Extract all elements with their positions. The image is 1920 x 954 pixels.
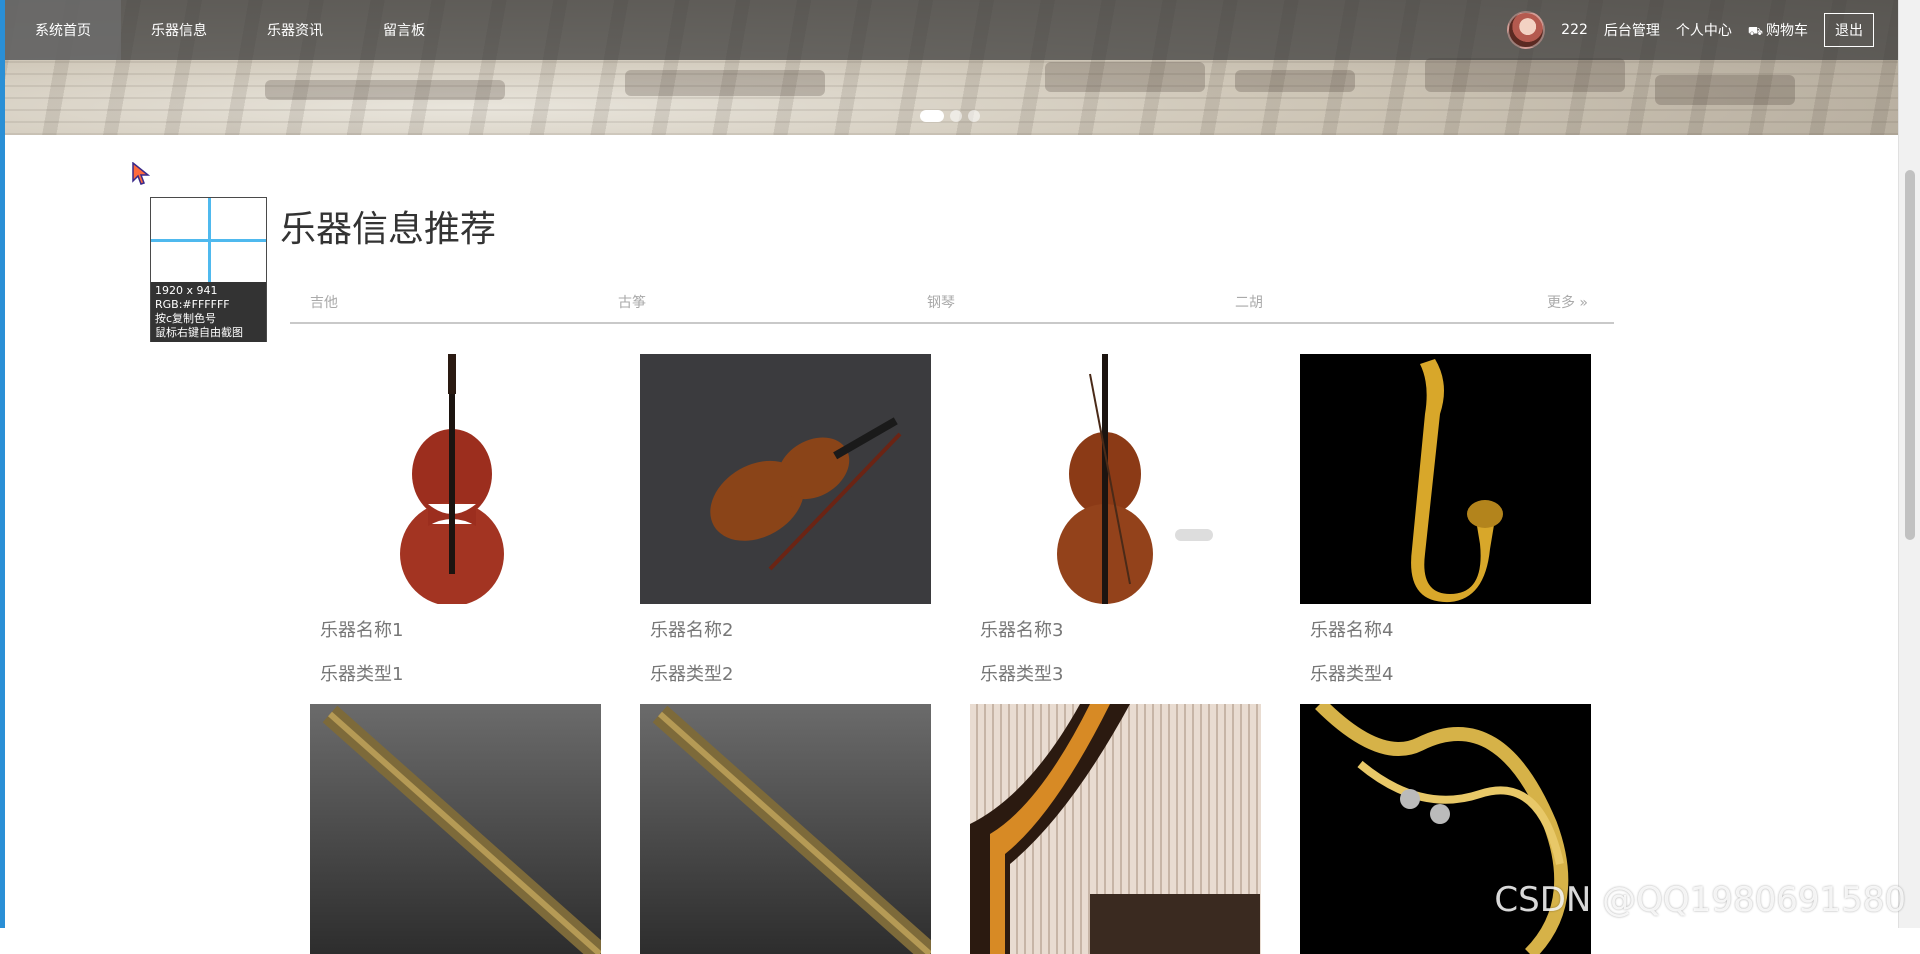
username: 222 bbox=[1561, 22, 1588, 38]
product-card[interactable] bbox=[640, 704, 931, 954]
carousel-indicators bbox=[920, 110, 980, 122]
more-link[interactable]: 更多 » bbox=[1547, 292, 1588, 312]
nav-home[interactable]: 系统首页 bbox=[5, 0, 121, 60]
mouse-cursor-icon bbox=[132, 162, 150, 186]
product-name[interactable]: 乐器名称1 bbox=[320, 616, 601, 642]
nav-instrument-news[interactable]: 乐器资讯 bbox=[237, 0, 353, 60]
category-tab-guzheng[interactable]: 古筝 bbox=[618, 292, 646, 312]
product-name[interactable]: 乐器名称2 bbox=[650, 616, 931, 642]
product-type: 乐器类型4 bbox=[1310, 660, 1591, 686]
product-image[interactable] bbox=[640, 704, 931, 954]
capture-hint: 鼠标右键自由截图 bbox=[155, 326, 262, 340]
product-type: 乐器类型2 bbox=[650, 660, 931, 686]
capture-size: 1920 x 941 bbox=[155, 284, 262, 298]
product-image[interactable] bbox=[640, 354, 931, 604]
product-card[interactable]: 乐器名称3 乐器类型3 bbox=[970, 354, 1261, 686]
screenshot-tool-magnifier: 1920 x 941 RGB:#FFFFFF 按c复制色号 鼠标右键自由截图 bbox=[150, 197, 267, 342]
user-area: 222 后台管理 个人中心 ⛟购物车 退出 bbox=[1507, 0, 1874, 60]
copy-hint: 按c复制色号 bbox=[155, 312, 262, 326]
avatar[interactable] bbox=[1507, 11, 1545, 49]
category-tab-guitar[interactable]: 吉他 bbox=[310, 292, 338, 312]
scrollbar-thumb[interactable] bbox=[1905, 170, 1915, 540]
nav-message-board[interactable]: 留言板 bbox=[353, 0, 455, 60]
admin-link[interactable]: 后台管理 bbox=[1604, 20, 1660, 40]
color-value: RGB:#FFFFFF bbox=[155, 298, 262, 312]
product-type: 乐器类型3 bbox=[980, 660, 1261, 686]
product-card[interactable] bbox=[310, 704, 601, 954]
category-tab-piano[interactable]: 钢琴 bbox=[927, 292, 955, 312]
window-frame-edge bbox=[0, 0, 5, 928]
carousel-dot-1[interactable] bbox=[920, 110, 944, 122]
section-title: 乐器信息推荐 bbox=[280, 200, 496, 252]
screenshot-tool-info: 1920 x 941 RGB:#FFFFFF 按c复制色号 鼠标右键自由截图 bbox=[151, 282, 266, 342]
truck-icon: ⛟ bbox=[1748, 24, 1763, 38]
product-name[interactable]: 乐器名称3 bbox=[980, 616, 1261, 642]
watermark: CSDN @QQ1980691580 bbox=[1494, 880, 1906, 920]
carousel-dot-2[interactable] bbox=[950, 110, 962, 122]
category-tab-erhu[interactable]: 二胡 bbox=[1235, 292, 1263, 312]
product-type: 乐器类型1 bbox=[320, 660, 601, 686]
product-card[interactable]: 乐器名称4 乐器类型4 bbox=[1300, 354, 1591, 686]
cart-label: 购物车 bbox=[1766, 23, 1808, 39]
carousel-dot-3[interactable] bbox=[968, 110, 980, 122]
product-image[interactable] bbox=[970, 354, 1261, 604]
nav-instrument-info[interactable]: 乐器信息 bbox=[121, 0, 237, 60]
cart-link[interactable]: ⛟购物车 bbox=[1748, 20, 1808, 40]
top-navbar: 系统首页 乐器信息 乐器资讯 留言板 222 后台管理 个人中心 ⛟购物车 退出 bbox=[5, 0, 1898, 60]
crosshair-horizontal bbox=[151, 239, 266, 242]
product-image[interactable] bbox=[310, 704, 601, 954]
vertical-scrollbar[interactable] bbox=[1898, 0, 1920, 928]
product-card[interactable] bbox=[970, 704, 1261, 954]
product-image[interactable] bbox=[310, 354, 601, 604]
product-image[interactable] bbox=[1300, 354, 1591, 604]
logout-button[interactable]: 退出 bbox=[1824, 13, 1874, 47]
product-name[interactable]: 乐器名称4 bbox=[1310, 616, 1591, 642]
category-tabs: 吉他 古筝 钢琴 二胡 更多 » bbox=[290, 282, 1614, 324]
product-card[interactable]: 乐器名称2 乐器类型2 bbox=[640, 354, 931, 686]
product-image[interactable] bbox=[970, 704, 1261, 954]
product-card[interactable]: 乐器名称1 乐器类型1 bbox=[310, 354, 601, 686]
profile-link[interactable]: 个人中心 bbox=[1676, 20, 1732, 40]
